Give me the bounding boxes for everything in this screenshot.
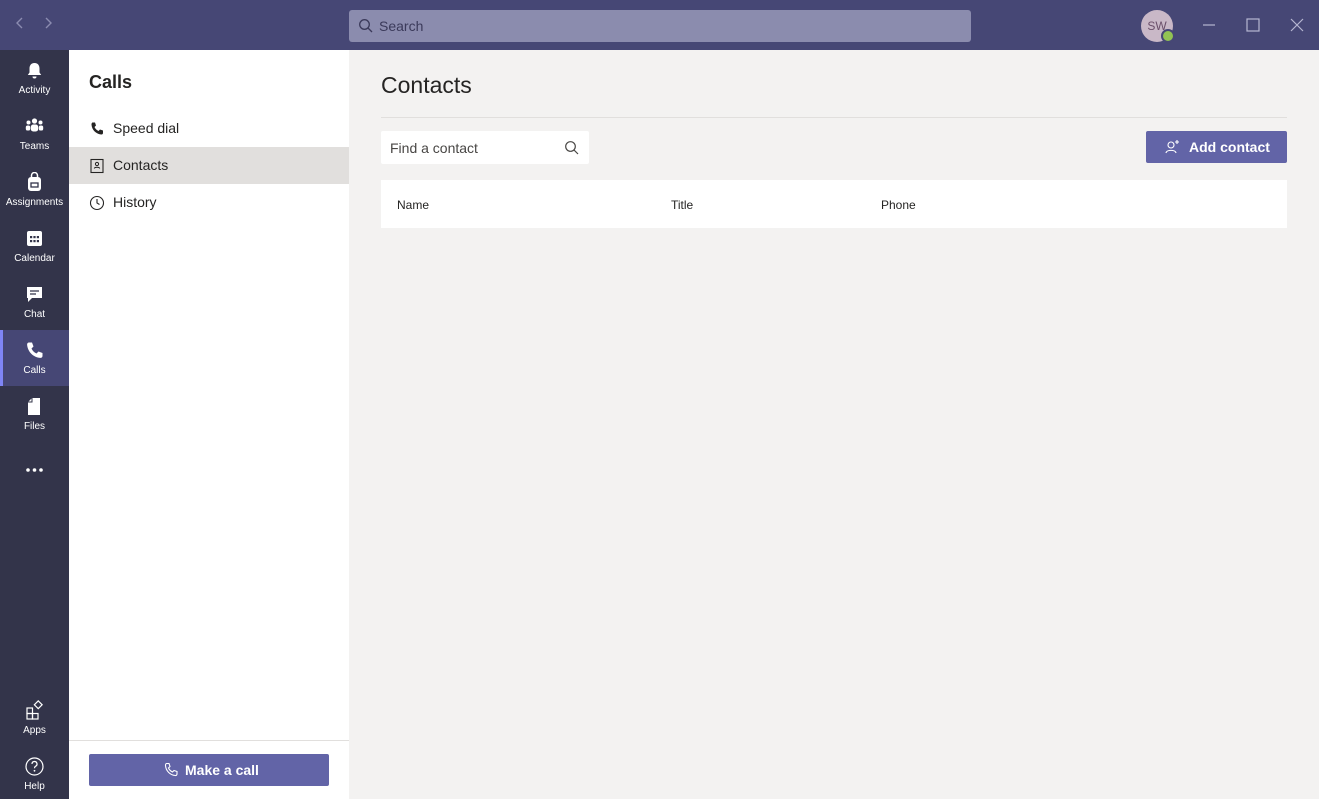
rail-label: Files <box>23 421 46 432</box>
panel-footer: Make a call <box>69 740 349 800</box>
calendar-icon <box>24 228 45 249</box>
rail-item-more[interactable] <box>0 442 69 498</box>
chat-icon <box>24 284 45 305</box>
apps-icon <box>24 700 45 721</box>
divider <box>381 117 1287 118</box>
rail-item-apps[interactable]: Apps <box>0 690 69 746</box>
rail-label: Teams <box>19 141 50 152</box>
find-contact-placeholder: Find a contact <box>390 140 478 156</box>
rail-label: Assignments <box>5 197 64 208</box>
add-contact-label: Add contact <box>1189 139 1270 155</box>
rail-label: Apps <box>23 725 46 736</box>
contacts-main: Contacts Find a contact Add contact Name… <box>349 50 1319 799</box>
title-bar: Search SW <box>0 0 1319 50</box>
rail-item-calendar[interactable]: Calendar <box>0 218 69 274</box>
search-box[interactable]: Search <box>349 10 971 42</box>
column-header-title[interactable]: Title <box>671 198 693 212</box>
more-icon <box>24 460 45 481</box>
avatar[interactable]: SW <box>1141 10 1175 43</box>
backpack-icon <box>24 171 45 193</box>
rail-item-chat[interactable]: Chat <box>0 274 69 330</box>
rail-item-help[interactable]: Help <box>0 746 69 802</box>
presence-available-icon <box>1161 29 1175 43</box>
contacts-table-header: Name Title Phone <box>381 180 1287 228</box>
file-icon <box>24 396 45 417</box>
help-icon <box>24 756 45 777</box>
clock-icon <box>89 195 105 211</box>
add-contact-button[interactable]: Add contact <box>1146 131 1287 163</box>
calls-panel: Calls Speed dial Contacts History Make a… <box>69 50 349 799</box>
make-call-button[interactable]: Make a call <box>89 754 329 786</box>
add-person-icon <box>1164 138 1182 159</box>
teams-icon <box>24 116 45 137</box>
phone-icon <box>89 121 105 137</box>
panel-item-label: History <box>113 194 157 210</box>
chevron-left-icon[interactable] <box>14 16 26 35</box>
close-icon[interactable] <box>1287 15 1307 35</box>
panel-item-speed-dial[interactable]: Speed dial <box>69 110 349 147</box>
rail-item-files[interactable]: Files <box>0 386 69 442</box>
search-placeholder: Search <box>379 18 424 34</box>
make-call-label: Make a call <box>185 762 259 778</box>
rail-label: Help <box>24 781 45 792</box>
column-header-name[interactable]: Name <box>397 198 429 212</box>
rail-item-assignments[interactable]: Assignments <box>0 162 69 218</box>
page-title: Contacts <box>381 72 472 98</box>
minimize-icon[interactable] <box>1199 15 1219 35</box>
rail-label: Activity <box>18 85 51 96</box>
panel-title: Calls <box>89 72 133 92</box>
rail-label: Calendar <box>14 253 55 264</box>
panel-item-history[interactable]: History <box>69 184 349 221</box>
rail-item-teams[interactable]: Teams <box>0 106 69 162</box>
phone-icon <box>163 762 179 781</box>
contact-card-icon <box>89 158 105 174</box>
panel-item-label: Contacts <box>113 157 169 173</box>
background-window-edge <box>1319 0 1324 799</box>
search-icon[interactable] <box>564 140 580 161</box>
rail-label: Chat <box>23 309 46 320</box>
bell-icon <box>24 60 45 81</box>
column-header-phone[interactable]: Phone <box>881 198 916 212</box>
phone-icon <box>24 340 45 361</box>
rail-item-activity[interactable]: Activity <box>0 50 69 106</box>
chevron-right-icon[interactable] <box>42 16 54 35</box>
find-contact-input[interactable]: Find a contact <box>381 131 589 164</box>
panel-item-label: Speed dial <box>113 120 180 136</box>
rail-label: Calls <box>23 365 46 376</box>
search-icon <box>358 18 374 39</box>
teams-window: Search SW Activity Teams Assignments Cal… <box>0 0 1319 799</box>
maximize-icon[interactable] <box>1243 15 1263 35</box>
app-rail: Activity Teams Assignments Calendar Chat <box>0 50 69 799</box>
panel-item-contacts[interactable]: Contacts <box>69 147 349 184</box>
rail-item-calls[interactable]: Calls <box>0 330 69 386</box>
